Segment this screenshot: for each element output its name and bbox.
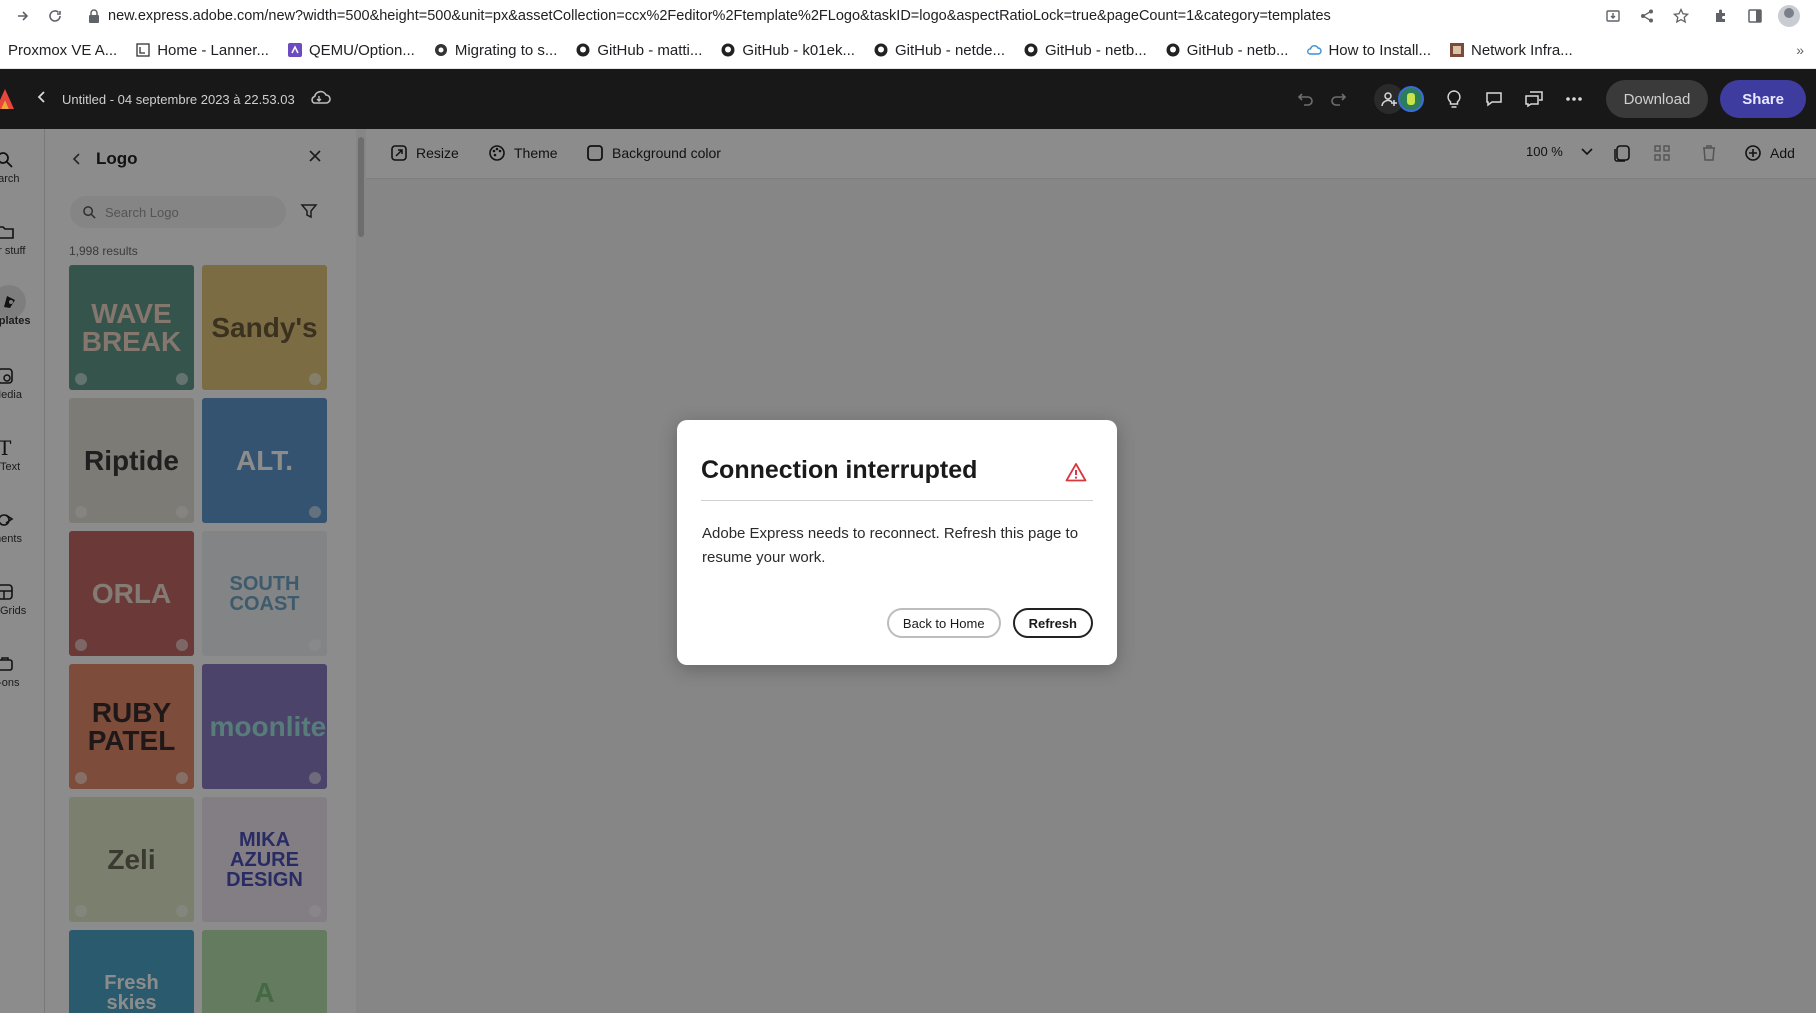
collaborator-avatar[interactable] xyxy=(1397,86,1424,112)
bookmarks-more-icon[interactable]: » xyxy=(1796,42,1804,58)
github-icon xyxy=(873,42,889,58)
dialog-title: Connection interrupted xyxy=(701,456,978,484)
bookmark-github-2[interactable]: GitHub - k01ek... xyxy=(720,42,855,59)
more-options-icon[interactable] xyxy=(1554,79,1594,119)
dialog-message: Adobe Express needs to reconnect. Refres… xyxy=(702,525,1079,566)
alert-icon xyxy=(1065,462,1087,487)
bookmark-how-to-install[interactable]: How to Install... xyxy=(1306,42,1431,59)
bookmark-network-infra[interactable]: Network Infra... xyxy=(1449,42,1573,59)
refresh-button[interactable]: Refresh xyxy=(1012,608,1093,638)
github-icon xyxy=(575,42,591,58)
page-icon xyxy=(135,42,151,58)
bookmark-qemu[interactable]: QEMU/Option... xyxy=(287,42,415,59)
bookmark-migrating[interactable]: Migrating to s... xyxy=(433,42,557,59)
document-title[interactable]: Untitled - 04 septembre 2023 à 22.53.03 xyxy=(62,92,295,107)
bookmark-github-1[interactable]: GitHub - matti... xyxy=(575,42,702,59)
conversation-icon[interactable] xyxy=(1514,79,1554,119)
bookmark-github-3[interactable]: GitHub - netde... xyxy=(873,42,1005,59)
lock-icon xyxy=(88,9,100,23)
bookmarks-bar: Proxmox VE A... Home - Lanner... QEMU/Op… xyxy=(0,32,1816,69)
browser-url-bar: new.express.adobe.com/new?width=500&heig… xyxy=(0,0,1816,32)
bookmark-github-4[interactable]: GitHub - netb... xyxy=(1023,42,1147,59)
url-text[interactable]: new.express.adobe.com/new?width=500&heig… xyxy=(108,8,1331,24)
bookmark-proxmox[interactable]: Proxmox VE A... xyxy=(8,42,117,59)
back-chevron-icon[interactable] xyxy=(36,90,48,109)
site-icon xyxy=(1449,42,1465,58)
bookmark-lanner[interactable]: Home - Lanner... xyxy=(135,42,269,59)
cloud-sync-icon xyxy=(309,88,331,111)
side-panel-icon[interactable] xyxy=(1742,3,1768,29)
github-icon xyxy=(1023,42,1039,58)
cloud-icon xyxy=(1306,42,1323,58)
share-button[interactable]: Share xyxy=(1720,80,1806,118)
browser-forward-icon[interactable] xyxy=(10,3,36,29)
lightbulb-icon[interactable] xyxy=(1434,79,1474,119)
install-app-icon[interactable] xyxy=(1600,3,1626,29)
dialog-divider xyxy=(701,500,1093,501)
connection-dialog: Connection interrupted Adobe Express nee… xyxy=(677,420,1117,665)
redo-icon[interactable] xyxy=(1318,79,1358,119)
comment-icon[interactable] xyxy=(1474,79,1514,119)
back-to-home-button[interactable]: Back to Home xyxy=(886,608,1001,638)
circle-icon xyxy=(433,42,449,58)
profile-avatar[interactable] xyxy=(1776,3,1802,29)
share-page-icon[interactable] xyxy=(1634,3,1660,29)
download-button[interactable]: Download xyxy=(1605,80,1709,118)
github-icon xyxy=(1165,42,1181,58)
bookmark-star-icon[interactable] xyxy=(1668,3,1694,29)
collaborators-group[interactable] xyxy=(1373,84,1424,114)
qemu-icon xyxy=(287,42,303,58)
bookmark-github-5[interactable]: GitHub - netb... xyxy=(1165,42,1288,59)
github-icon xyxy=(720,42,736,58)
extensions-icon[interactable] xyxy=(1708,3,1734,29)
app-header: Untitled - 04 septembre 2023 à 22.53.03 … xyxy=(0,69,1816,129)
adobe-express-logo-icon[interactable] xyxy=(0,87,16,111)
browser-reload-icon[interactable] xyxy=(42,3,68,29)
